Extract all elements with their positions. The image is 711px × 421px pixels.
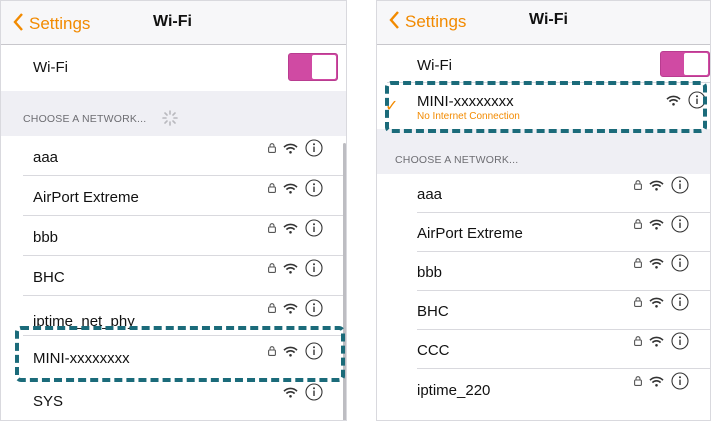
network-row[interactable]: AirPort Extreme — [1, 176, 346, 216]
wifi-toggle-label: Wi-Fi — [33, 59, 68, 76]
section-header-row: CHOOSE A NETWORK... — [377, 129, 710, 174]
info-icon[interactable] — [671, 176, 689, 194]
wifi-icon — [283, 263, 298, 274]
lock-icon — [268, 223, 276, 233]
network-name: AirPort Extreme — [33, 189, 139, 206]
spinner-icon — [161, 109, 179, 132]
network-name: aaa — [417, 186, 443, 203]
network-name: BHC — [33, 269, 65, 286]
network-name: iptime_220 — [417, 382, 491, 399]
lock-icon — [634, 180, 642, 190]
network-name: BHC — [417, 303, 449, 320]
network-row-icons — [261, 219, 323, 237]
wifi-toggle-label: Wi-Fi — [417, 57, 452, 74]
wifi-icon — [283, 183, 298, 194]
navigation-bar: Settings Wi-Fi — [377, 1, 710, 45]
info-icon[interactable] — [305, 299, 323, 317]
wifi-toggle-row: Wi-Fi — [377, 45, 710, 83]
wifi-settings-screen-right: Settings Wi-Fi Wi-Fi ✓ MINI-xxxxxxxx No … — [376, 0, 711, 421]
back-button[interactable]: Settings — [13, 12, 91, 36]
wifi-toggle-switch[interactable] — [660, 51, 710, 77]
network-row-icons — [261, 299, 323, 317]
network-row-icons — [261, 259, 323, 277]
navigation-bar: Settings Wi-Fi — [1, 1, 346, 45]
network-row[interactable]: aaa — [377, 174, 710, 213]
info-icon[interactable] — [671, 293, 689, 311]
lock-icon — [634, 376, 642, 386]
info-icon[interactable] — [671, 215, 689, 233]
back-button-label: Settings — [405, 12, 467, 31]
info-icon[interactable] — [305, 259, 323, 277]
network-name: AirPort Extreme — [417, 225, 523, 242]
lock-icon — [268, 303, 276, 313]
lock-icon — [634, 297, 642, 307]
wifi-icon — [283, 143, 298, 154]
network-row-icons — [276, 383, 323, 401]
wifi-icon — [649, 297, 664, 308]
lock-icon — [634, 219, 642, 229]
network-row-icons — [627, 332, 689, 350]
wifi-icon — [649, 376, 664, 387]
info-icon[interactable] — [305, 383, 323, 401]
network-row[interactable]: AirPort Extreme — [377, 213, 710, 252]
info-icon[interactable] — [305, 179, 323, 197]
network-list: aaa AirPort Extreme bbb — [377, 174, 710, 420]
info-icon[interactable] — [305, 219, 323, 237]
chevron-left-icon — [13, 12, 29, 36]
section-header: CHOOSE A NETWORK... — [395, 154, 519, 166]
network-row-icons — [627, 215, 689, 233]
network-row[interactable]: CCC — [377, 330, 710, 369]
network-name: CCC — [417, 342, 450, 359]
network-name: bbb — [33, 229, 59, 246]
wifi-toggle-row: Wi-Fi — [1, 45, 346, 91]
wifi-icon — [649, 258, 664, 269]
page-title: Wi-Fi — [529, 11, 568, 28]
back-button[interactable]: Settings — [389, 10, 467, 34]
lock-icon — [634, 336, 642, 346]
wifi-toggle-switch[interactable] — [288, 53, 338, 81]
back-button-label: Settings — [29, 14, 91, 33]
info-icon[interactable] — [671, 254, 689, 272]
wifi-icon — [649, 219, 664, 230]
network-row-icons — [627, 254, 689, 272]
info-icon[interactable] — [671, 332, 689, 350]
network-row[interactable]: BHC — [1, 256, 346, 296]
network-row[interactable]: bbb — [1, 216, 346, 256]
wifi-icon — [649, 336, 664, 347]
network-row[interactable]: SYS — [1, 378, 346, 420]
lock-icon — [268, 143, 276, 153]
network-row-icons — [627, 293, 689, 311]
wifi-icon — [649, 180, 664, 191]
network-name: SYS — [33, 393, 64, 410]
network-name: aaa — [33, 149, 59, 166]
highlight-frame — [385, 81, 707, 133]
wifi-icon — [283, 303, 298, 314]
lock-icon — [268, 183, 276, 193]
wifi-settings-screen-left: Settings Wi-Fi Wi-Fi CHOOSE A NETWORK...… — [0, 0, 347, 421]
lock-icon — [268, 263, 276, 273]
network-row[interactable]: bbb — [377, 252, 710, 291]
section-header: CHOOSE A NETWORK... — [23, 113, 147, 125]
info-icon[interactable] — [305, 139, 323, 157]
network-name: bbb — [417, 264, 443, 281]
wifi-icon — [283, 387, 298, 398]
network-row-icons — [627, 176, 689, 194]
section-header-row: CHOOSE A NETWORK... — [1, 91, 346, 136]
page-title: Wi-Fi — [153, 13, 192, 30]
network-row-icons — [627, 372, 689, 390]
chevron-left-icon — [389, 10, 405, 34]
highlight-frame — [15, 326, 345, 382]
network-row[interactable]: BHC — [377, 291, 710, 330]
network-row[interactable]: aaa — [1, 136, 346, 176]
info-icon[interactable] — [671, 372, 689, 390]
network-row-icons — [261, 179, 323, 197]
network-row[interactable]: iptime_220 — [377, 369, 710, 420]
wifi-icon — [283, 223, 298, 234]
lock-icon — [634, 258, 642, 268]
network-row-icons — [261, 139, 323, 157]
